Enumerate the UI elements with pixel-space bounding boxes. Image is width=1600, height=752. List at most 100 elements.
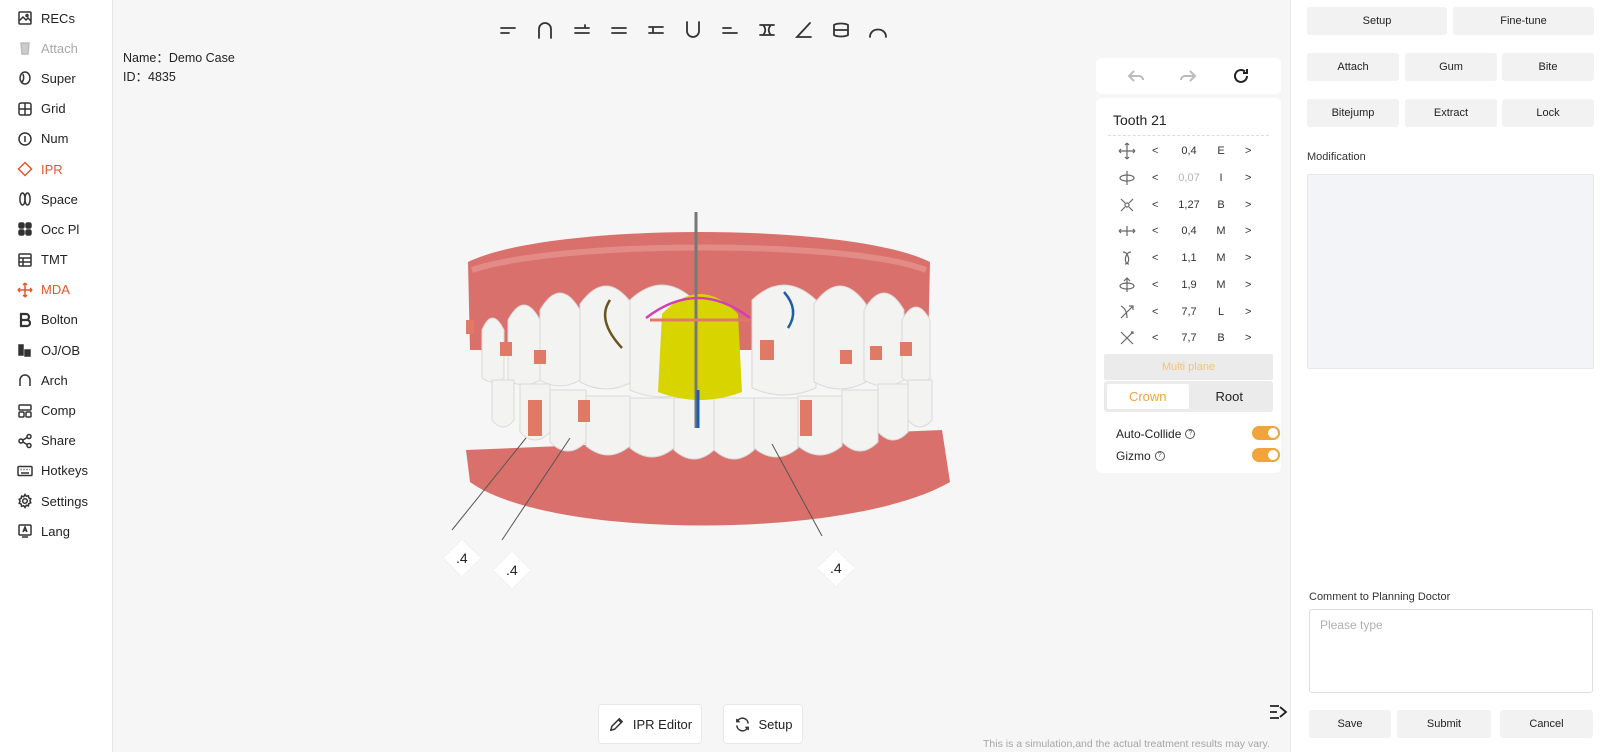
expand-icon — [1118, 196, 1136, 214]
submit-button[interactable]: Submit — [1397, 710, 1491, 738]
increase-button[interactable]: > — [1245, 279, 1251, 291]
attach-button[interactable]: Attach — [1307, 53, 1399, 81]
save-button[interactable]: Save — [1309, 710, 1391, 738]
help-icon[interactable]: ? — [1154, 451, 1165, 461]
sidebar-item-label: Arch — [41, 372, 68, 388]
sidebar-item-settings[interactable]: Settings — [0, 486, 112, 516]
gum-button[interactable]: Gum — [1405, 53, 1497, 81]
undo-icon[interactable] — [1127, 67, 1145, 85]
crown-root-toggle: Crown Root — [1104, 381, 1273, 412]
decrease-button[interactable]: < — [1152, 332, 1158, 344]
arch-curve-icon[interactable] — [864, 16, 892, 44]
increase-button[interactable]: > — [1245, 252, 1251, 264]
adjust-row: <1,9 M > — [1096, 272, 1281, 299]
modification-list[interactable] — [1307, 174, 1594, 369]
adjust-value[interactable]: 0,4 — [1172, 145, 1206, 157]
sidebar-item-label: Bolton — [41, 312, 78, 328]
adjust-direction: I — [1219, 172, 1223, 185]
sidebar-item-bolton[interactable]: Bolton — [0, 305, 112, 335]
adjust-row: <0,07 I > — [1096, 165, 1281, 192]
fine-tune-button[interactable]: Fine-tune — [1453, 7, 1594, 35]
angle-view-icon[interactable] — [790, 16, 818, 44]
help-icon[interactable]: ? — [1185, 429, 1196, 439]
front-view-icon[interactable] — [605, 16, 633, 44]
increase-button[interactable]: > — [1245, 332, 1251, 344]
decrease-button[interactable]: < — [1152, 172, 1158, 184]
adjust-value[interactable]: 7,7 — [1172, 332, 1206, 344]
sidebar-item-share[interactable]: Share — [0, 426, 112, 456]
sidebar-item-super[interactable]: Super — [0, 63, 112, 93]
adjust-value[interactable]: 1,1 — [1172, 252, 1206, 264]
sidebar-item-grid[interactable]: Grid — [0, 94, 112, 124]
lower-arch-icon[interactable] — [679, 16, 707, 44]
decrease-button[interactable]: < — [1152, 252, 1158, 264]
adjust-row: <1,1 M > — [1096, 245, 1281, 272]
decrease-button[interactable]: < — [1152, 306, 1158, 318]
sidebar-item-oj-ob[interactable]: OJ/OB — [0, 335, 112, 365]
adjust-direction: M — [1216, 252, 1226, 265]
ipr-editor-button[interactable]: IPR Editor — [598, 704, 702, 744]
image-icon — [16, 9, 34, 27]
increase-button[interactable]: > — [1245, 225, 1251, 237]
cancel-button[interactable]: Cancel — [1500, 710, 1593, 738]
reset-icon[interactable] — [1232, 67, 1250, 85]
upper-front-icon[interactable] — [568, 16, 596, 44]
sidebar-item-space[interactable]: Space — [0, 184, 112, 214]
sidebar-item-arch[interactable]: Arch — [0, 365, 112, 395]
crown-tab[interactable]: Crown — [1107, 384, 1189, 409]
increase-button[interactable]: > — [1245, 306, 1251, 318]
jaw-view-icon[interactable] — [827, 16, 855, 44]
decrease-button[interactable]: < — [1152, 199, 1158, 211]
space-icon — [16, 190, 34, 208]
occ-plane-icon — [16, 220, 34, 238]
upper-occlusal-icon[interactable] — [494, 16, 522, 44]
adjust-value[interactable]: 0,4 — [1172, 225, 1206, 237]
comment-input[interactable] — [1309, 609, 1593, 693]
setup-button[interactable]: Setup — [723, 704, 803, 744]
lower-front-icon[interactable] — [716, 16, 744, 44]
sidebar-item-hotkeys[interactable]: Hotkeys — [0, 456, 112, 486]
multi-plane-button[interactable]: Multi plane — [1104, 354, 1273, 380]
increase-button[interactable]: > — [1245, 172, 1251, 184]
adjust-value[interactable]: 1,27 — [1172, 199, 1206, 211]
left-view-icon[interactable] — [642, 16, 670, 44]
auto-collide-switch[interactable] — [1252, 426, 1280, 440]
increase-button[interactable]: > — [1245, 199, 1251, 211]
history-bar — [1096, 58, 1281, 94]
decrease-button[interactable]: < — [1152, 145, 1158, 157]
sidebar-item-tmt[interactable]: TMT — [0, 245, 112, 275]
sidebar-item-label: Comp — [41, 403, 76, 419]
sidebar-item-occ-pl[interactable]: Occ Pl — [0, 214, 112, 244]
adjust-direction: M — [1216, 278, 1226, 291]
gizmo-switch[interactable] — [1252, 448, 1280, 462]
adjust-value[interactable]: 1,9 — [1172, 279, 1206, 291]
sidebar-item-label: TMT — [41, 252, 68, 268]
collapse-panel-icon[interactable] — [1268, 702, 1288, 722]
upper-arch-icon[interactable] — [531, 16, 559, 44]
sidebar-item-lang[interactable]: Lang — [0, 516, 112, 546]
adjust-value[interactable]: 7,7 — [1172, 306, 1206, 318]
increase-button[interactable]: > — [1245, 145, 1251, 157]
sidebar-item-comp[interactable]: Comp — [0, 395, 112, 425]
dental-3d-viewport[interactable] — [430, 200, 990, 600]
sidebar-item-attach[interactable]: Attach — [0, 33, 112, 63]
adjust-value[interactable]: 0,07 — [1172, 172, 1206, 184]
gizmo-row: Gizmo ? — [1116, 448, 1280, 464]
root-tab[interactable]: Root — [1189, 384, 1271, 409]
sidebar-item-label: Settings — [41, 493, 88, 509]
redo-icon[interactable] — [1179, 67, 1197, 85]
lock-button[interactable]: Lock — [1502, 99, 1594, 127]
sidebar-item-num[interactable]: Num — [0, 124, 112, 154]
sidebar-item-ipr[interactable]: IPR — [0, 154, 112, 184]
bitejump-button[interactable]: Bitejump — [1307, 99, 1399, 127]
adjust-row: <0,4 E > — [1096, 138, 1281, 165]
sidebar-item-mda[interactable]: MDA — [0, 275, 112, 305]
bite-button[interactable]: Bite — [1502, 53, 1594, 81]
sidebar-item-recs[interactable]: RECs — [0, 3, 112, 33]
decrease-button[interactable]: < — [1152, 279, 1158, 291]
split-view-icon[interactable] — [753, 16, 781, 44]
decrease-button[interactable]: < — [1152, 225, 1158, 237]
refresh-icon — [735, 716, 749, 732]
setup-tab-button[interactable]: Setup — [1307, 7, 1447, 35]
extract-button[interactable]: Extract — [1405, 99, 1497, 127]
